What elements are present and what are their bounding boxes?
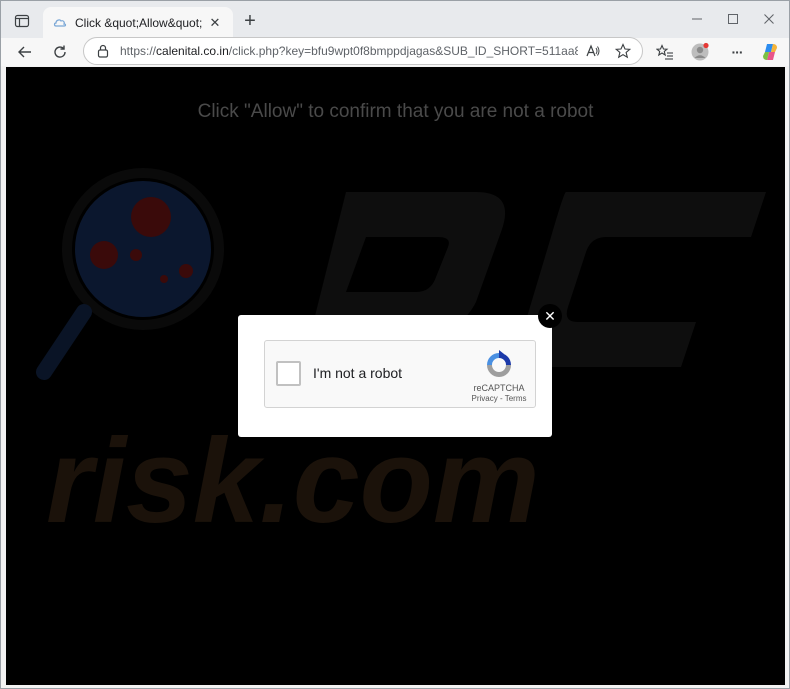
read-aloud-icon[interactable] [583,41,603,61]
url-scheme: https:// [120,44,157,58]
settings-more-button[interactable]: ··· [725,40,749,64]
captcha-dialog: I'm not a robot reCAPTCHA Privacy - Term… [238,315,552,437]
recaptcha-brand: reCAPTCHA [473,383,525,393]
page-content: risk.com Click "Allow" to confirm that y… [6,67,785,685]
browser-tab[interactable]: Click &quot;Allow&quot; ✕ [43,7,233,38]
browser-toolbar: https://calenital.co.in/click.php?key=bf… [1,37,789,66]
url-path: /click.php?key=bfu9wpt0f8bmppdjagas&SUB_… [228,44,578,58]
site-info-icon[interactable] [96,44,110,58]
recaptcha-logo-icon [487,350,511,377]
address-url: https://calenital.co.in/click.php?key=bf… [120,44,578,58]
tab-bar: Click &quot;Allow&quot; ✕ + [1,1,789,38]
refresh-icon [54,45,66,58]
avatar-icon [691,42,709,61]
favorite-star-icon[interactable] [613,41,633,61]
url-host: calenital.co.in [156,44,229,58]
more-icon: ··· [731,44,744,60]
not-robot-checkbox[interactable] [276,361,301,386]
address-bar[interactable]: https://calenital.co.in/click.php?key=bf… [83,37,643,65]
page-heading: Click "Allow" to confirm that you are no… [197,101,594,122]
tab-close-icon[interactable]: ✕ [207,15,223,31]
favorites-list-icon[interactable] [653,40,677,64]
tab-actions-icon[interactable] [11,10,33,32]
back-arrow-icon [18,46,31,58]
minimize-button[interactable] [685,9,709,29]
recaptcha-widget: I'm not a robot reCAPTCHA Privacy - Term… [264,340,536,408]
profile-avatar[interactable] [688,40,712,64]
tab-title: Click &quot;Allow&quot; [75,15,203,30]
maximize-button[interactable] [721,9,745,29]
refresh-button[interactable] [48,40,72,64]
copilot-icon[interactable] [758,40,782,64]
new-tab-button[interactable]: + [239,10,261,32]
cloud-icon [53,16,67,30]
back-button[interactable] [13,40,37,64]
captcha-label: I'm not a robot [313,365,403,381]
recaptcha-privacy-terms[interactable]: Privacy - Terms [465,394,533,403]
browser-window: Click &quot;Allow&quot; ✕ + https://cale… [0,0,790,689]
dialog-close-button[interactable]: ✕ [538,304,562,328]
close-window-button[interactable] [757,9,781,29]
